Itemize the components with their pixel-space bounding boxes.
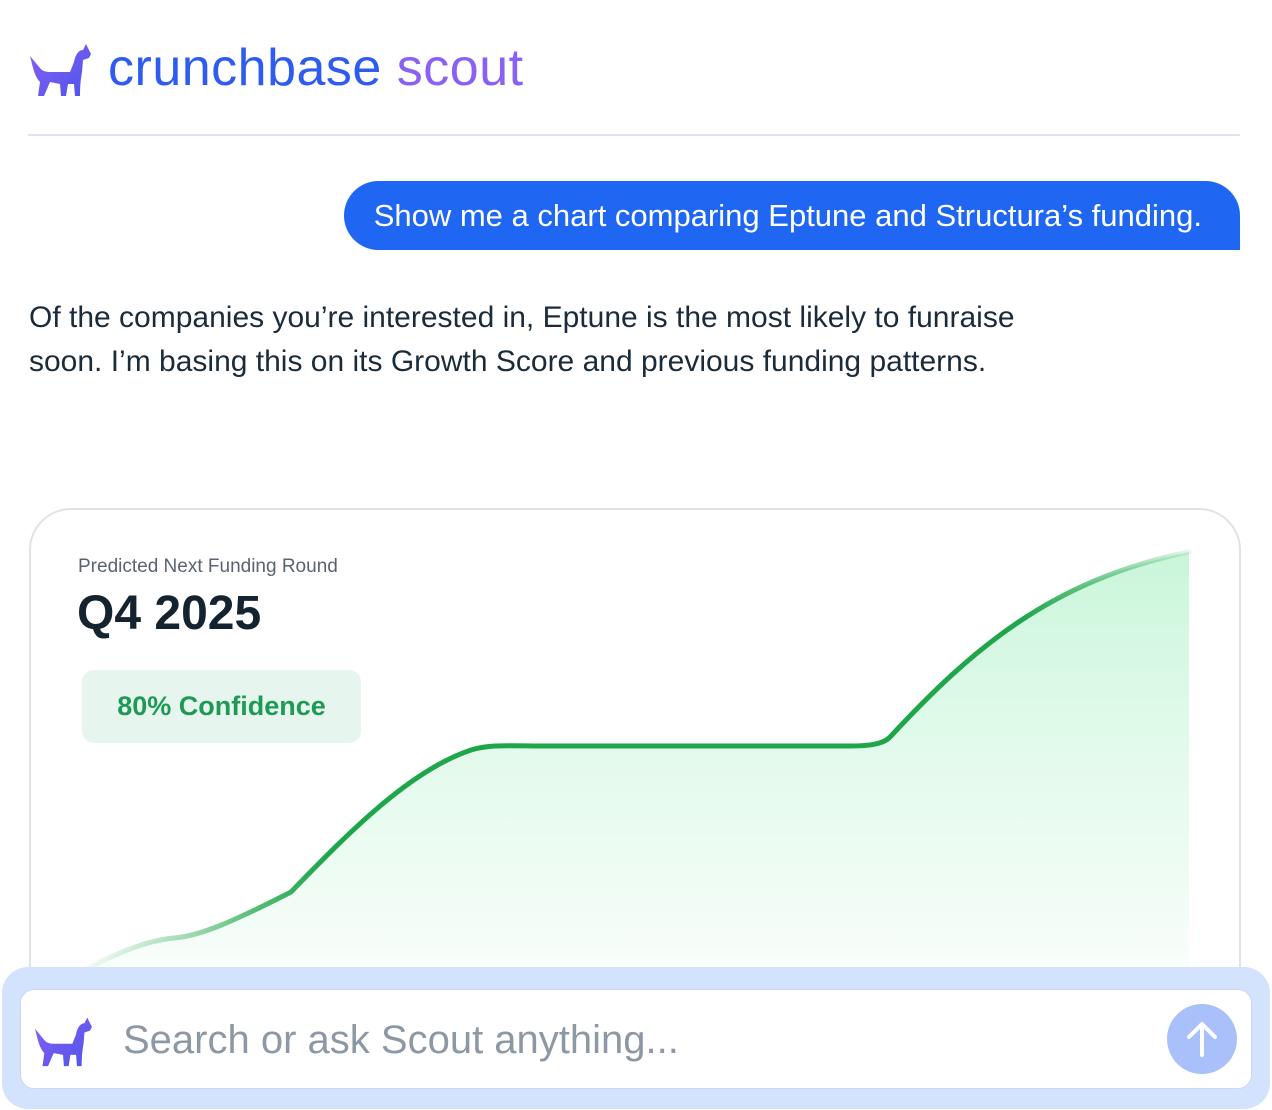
confidence-badge: 80% Confidence <box>82 670 361 743</box>
arrow-up-icon <box>1187 1022 1217 1057</box>
send-button[interactable] <box>1167 1004 1237 1074</box>
prediction-value: Q4 2025 <box>77 587 262 640</box>
brand-scout: scout <box>396 39 524 97</box>
header-divider <box>28 134 1240 136</box>
brand-name: crunchbase scout <box>108 42 524 94</box>
search-input[interactable] <box>121 1008 1145 1072</box>
dog-logo-icon[interactable] <box>28 38 92 98</box>
app-header: crunchbase scout <box>28 36 524 100</box>
assistant-response: Of the companies you’re interested in, E… <box>29 301 1015 378</box>
search-box[interactable] <box>20 989 1252 1089</box>
user-message-bubble: Show me a chart comparing Eptune and Str… <box>343 181 1240 250</box>
search-bar-container <box>2 967 1270 1109</box>
prediction-label: Predicted Next Funding Round <box>78 556 338 577</box>
dog-logo-icon <box>35 1017 92 1067</box>
brand-crunchbase: crunchbase <box>108 39 382 97</box>
